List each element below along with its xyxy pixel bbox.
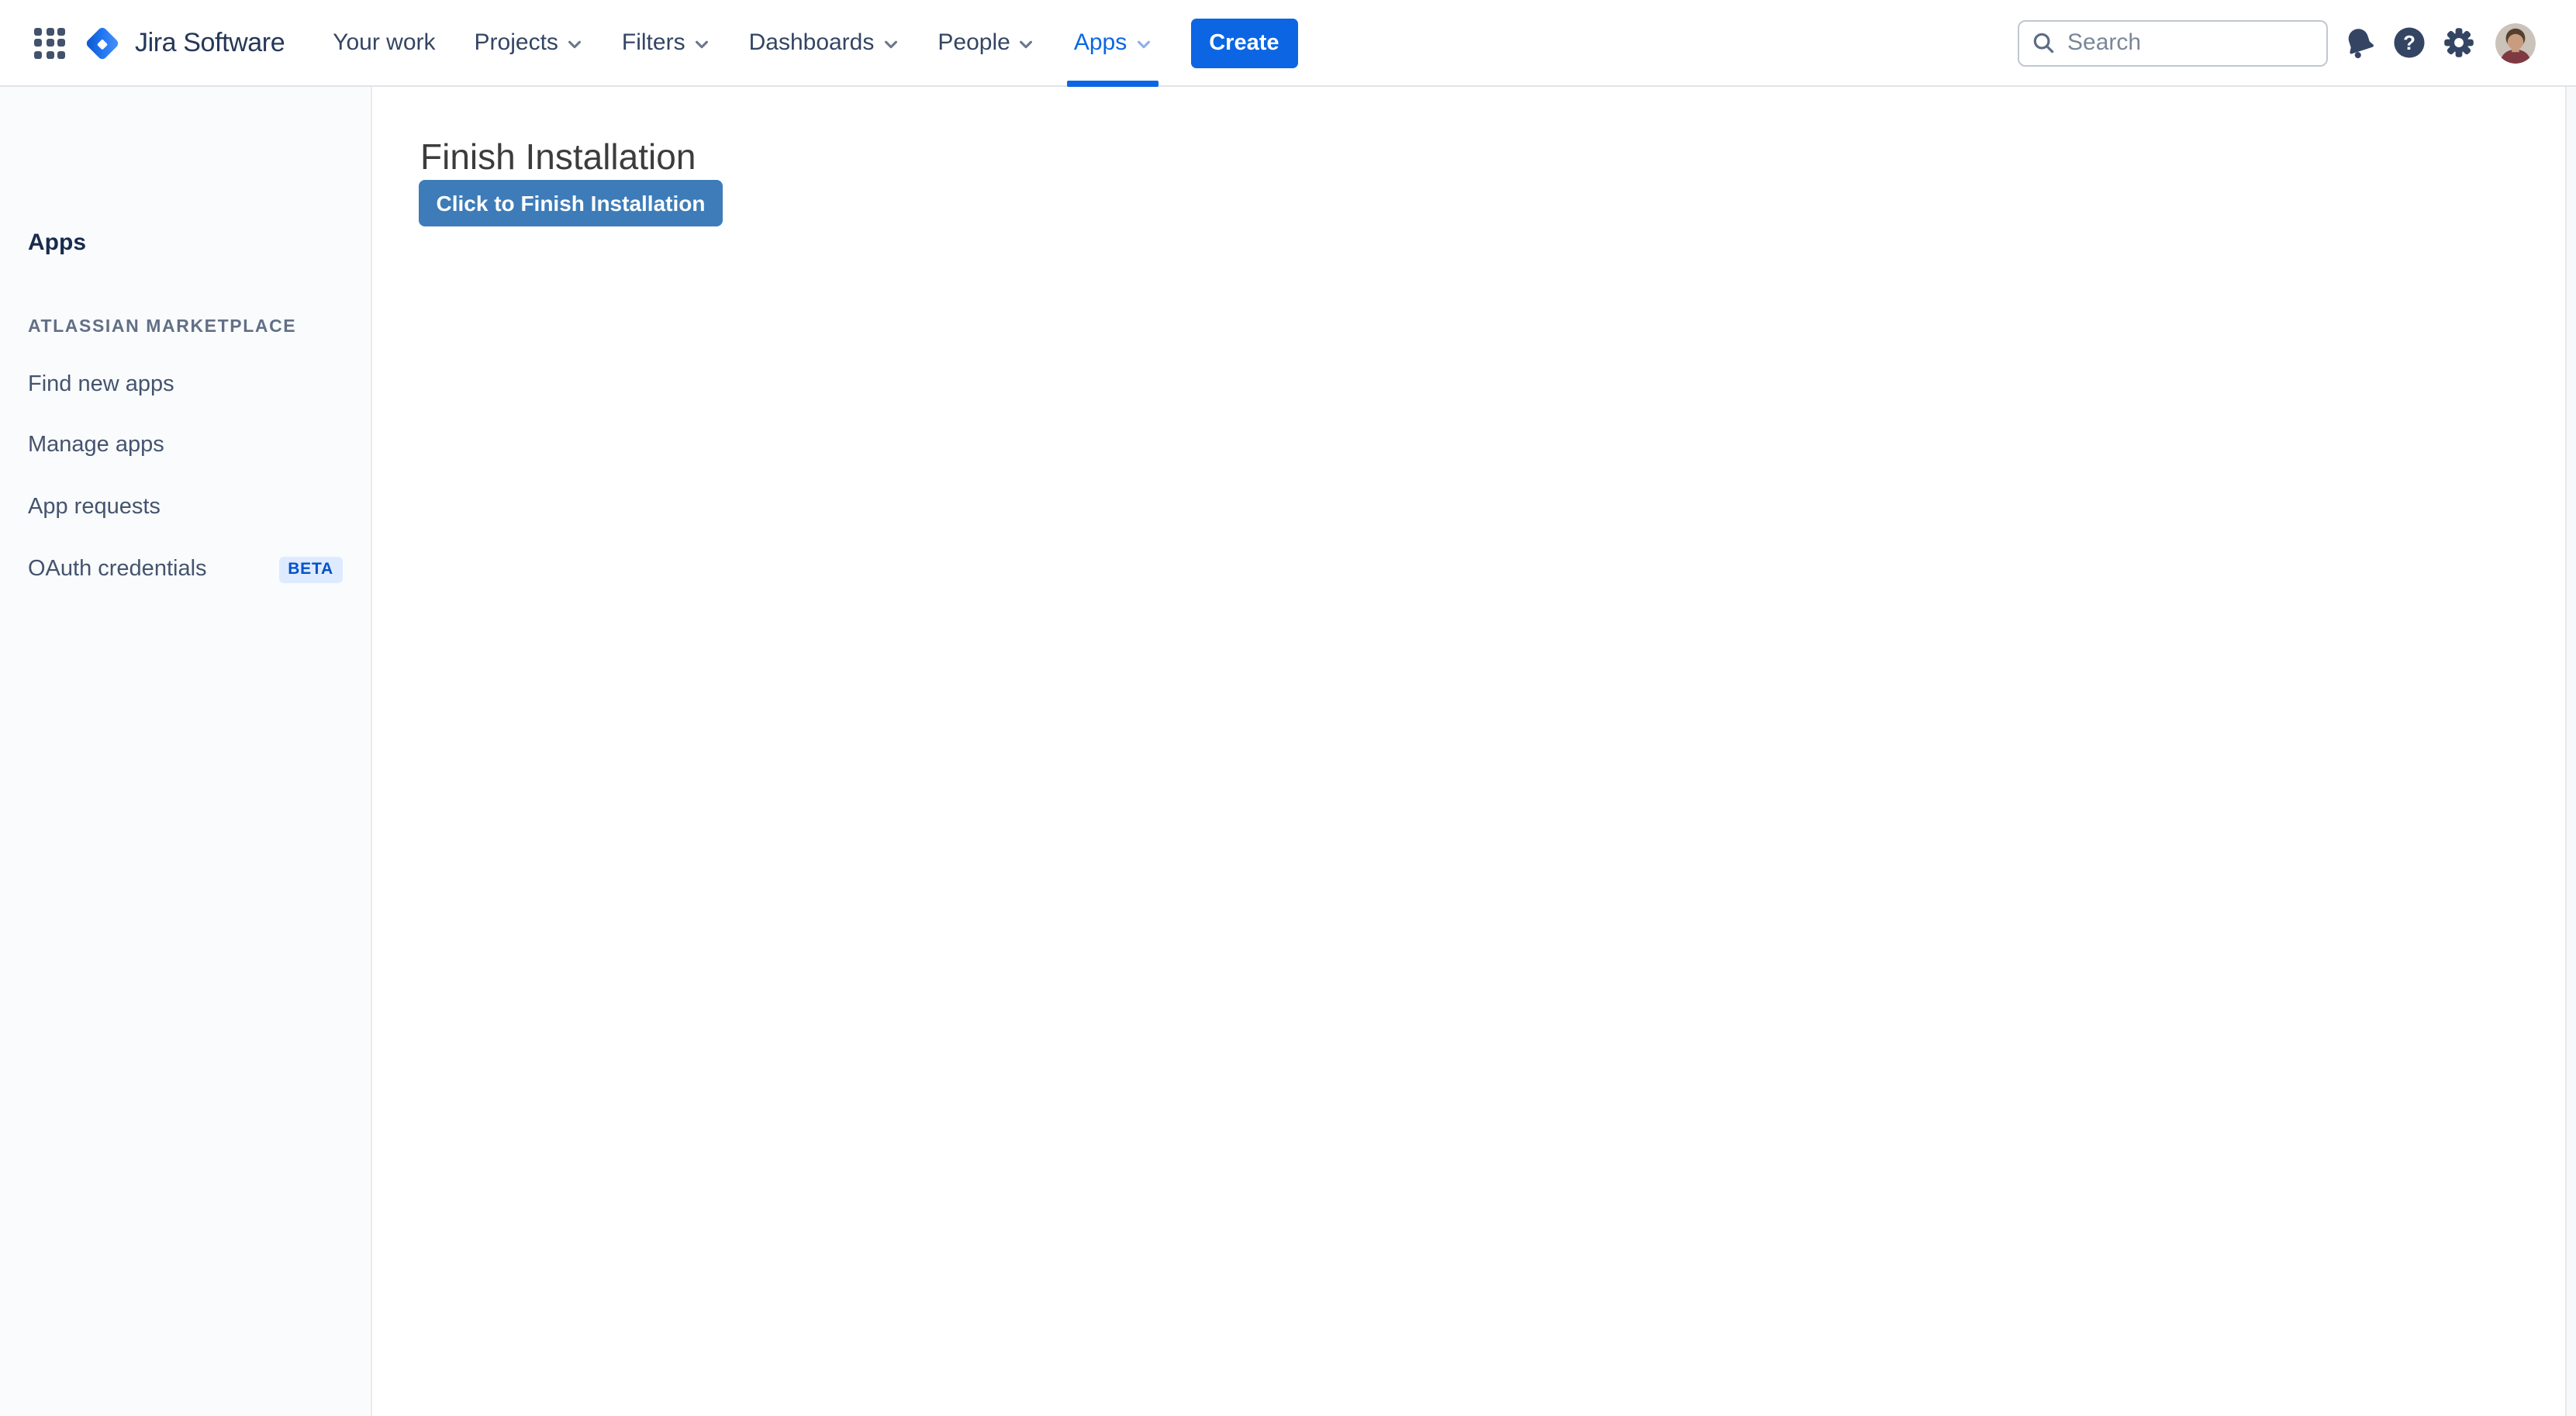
finish-installation-button[interactable]: Click to Finish Installation xyxy=(419,180,723,226)
main-navigation: Your work Projects Filters Dashboards xyxy=(331,0,1153,86)
create-button[interactable]: Create xyxy=(1190,18,1297,67)
user-avatar[interactable] xyxy=(2495,22,2536,63)
grid-dot xyxy=(34,27,42,35)
grid-dot xyxy=(46,50,54,58)
help-button[interactable]: ? xyxy=(2384,18,2433,67)
sidebar-item-label: App requests xyxy=(28,495,161,520)
page-title: Finish Installation xyxy=(420,133,696,180)
sidebar-item-app-requests[interactable]: App requests xyxy=(0,492,371,523)
sidebar-title: Apps xyxy=(28,230,86,257)
grid-dot xyxy=(57,27,65,35)
search-box xyxy=(2018,19,2328,66)
sidebar-item-find-new-apps[interactable]: Find new apps xyxy=(0,369,371,400)
jira-home-link[interactable]: Jira Software xyxy=(84,24,285,61)
main-content: Finish Installation Click to Finish Inst… xyxy=(374,87,2576,1416)
bell-icon xyxy=(2336,20,2381,65)
search-input[interactable] xyxy=(2018,19,2328,66)
nav-label: Dashboards xyxy=(749,29,875,56)
nav-label: Apps xyxy=(1074,29,1127,56)
sidebar-item-oauth-credentials[interactable]: OAuth credentials BETA xyxy=(0,554,371,585)
sidebar-item-label: Find new apps xyxy=(28,372,174,397)
jira-logo-icon xyxy=(84,24,121,61)
chevron-down-icon xyxy=(693,36,710,53)
sidebar-item-manage-apps[interactable]: Manage apps xyxy=(0,430,371,461)
gear-icon xyxy=(2440,25,2476,60)
settings-button[interactable] xyxy=(2433,18,2483,67)
sidebar-item-label: Manage apps xyxy=(28,433,164,458)
grid-dot xyxy=(57,50,65,58)
active-tab-indicator xyxy=(1068,80,1158,86)
sidebar-section-label: ATLASSIAN MARKETPLACE xyxy=(28,318,296,338)
nav-label: Projects xyxy=(475,29,558,56)
sidebar-item-label: OAuth credentials xyxy=(28,557,207,582)
question-mark-icon: ? xyxy=(2391,25,2426,60)
svg-text:?: ? xyxy=(2402,33,2415,54)
nav-label: Filters xyxy=(622,29,685,56)
nav-item-apps[interactable]: Apps xyxy=(1072,0,1153,86)
apps-sidebar: Apps ATLASSIAN MARKETPLACE Find new apps… xyxy=(0,87,372,1416)
nav-label: People xyxy=(938,29,1010,56)
chevron-down-icon xyxy=(1134,36,1152,53)
product-name: Jira Software xyxy=(135,27,285,58)
grid-dot xyxy=(46,39,54,47)
grid-dot xyxy=(57,39,65,47)
nav-label: Your work xyxy=(333,29,435,56)
nav-item-dashboards[interactable]: Dashboards xyxy=(748,0,901,86)
nav-item-people[interactable]: People xyxy=(936,0,1036,86)
notifications-button[interactable] xyxy=(2334,18,2384,67)
grid-dot xyxy=(34,39,42,47)
app-switcher-icon[interactable] xyxy=(31,24,68,61)
grid-dot xyxy=(34,50,42,58)
top-navigation-bar: Jira Software Your work Projects Filters… xyxy=(0,0,2576,87)
chevron-down-icon xyxy=(566,36,583,53)
chevron-down-icon xyxy=(882,36,899,53)
grid-dot xyxy=(46,27,54,35)
nav-item-filters[interactable]: Filters xyxy=(620,0,712,86)
jira-app-window: Jira Software Your work Projects Filters… xyxy=(0,0,2576,1416)
vertical-scrollbar[interactable] xyxy=(2565,87,2576,1416)
nav-item-your-work[interactable]: Your work xyxy=(331,0,437,86)
avatar-photo xyxy=(2495,22,2536,63)
chevron-down-icon xyxy=(1018,36,1035,53)
nav-item-projects[interactable]: Projects xyxy=(473,0,585,86)
search-icon xyxy=(2032,31,2055,54)
beta-badge: BETA xyxy=(278,556,343,582)
